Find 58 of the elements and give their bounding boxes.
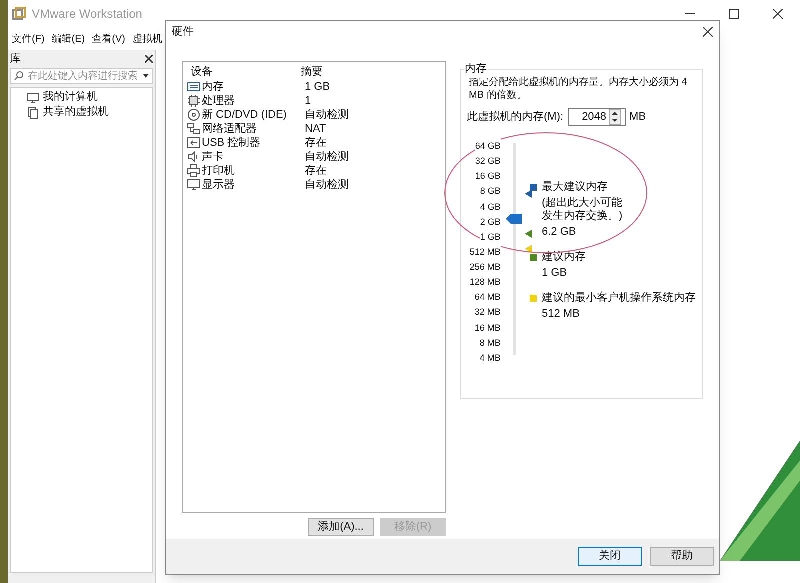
menu-item[interactable]: 编辑(E) [52,32,86,46]
slider-thumb[interactable] [506,214,522,224]
memory-field-label: 此虚拟机的内存(M): [467,110,564,125]
memory-icon [187,80,201,94]
table-cell[interactable]: 新 CD/DVD (IDE) [202,106,287,124]
table-cell[interactable]: 显示器 [202,176,235,194]
tree-item[interactable]: 共享的虚拟机 [43,104,109,121]
dialog-title: 硬件 [172,24,194,40]
usb-icon [187,136,201,150]
cdrom-icon [187,108,201,122]
legend-value: 6.2 GB [542,226,578,239]
legend-value: 512 MB [542,308,581,321]
monitor-icon [27,92,39,104]
dropdown-caret-icon[interactable] [143,74,149,78]
table-cell-text: NAT [305,122,326,137]
close-icon[interactable] [145,55,153,63]
window-title: VMware Workstation [32,6,142,23]
memory-spinner[interactable]: 2048 [568,108,626,126]
app-logo-icon [12,7,26,21]
menu-item[interactable]: 文件(F) [12,32,45,46]
memory-unit: MB [630,110,646,125]
close-button[interactable]: 关闭 [578,547,642,566]
shared-vm-icon [27,106,39,118]
table-cell[interactable]: 网络适配器 [202,120,257,138]
table-cell-text: 自动检测 [305,178,349,193]
cpu-icon [187,94,201,108]
search-icon [14,71,24,81]
legend-title: 最大建议内存 [542,181,609,194]
table-cell[interactable]: 声卡 [202,148,224,166]
menu-item[interactable]: 查看(V) [92,32,126,46]
table-cell[interactable]: 打印机 [202,162,235,180]
column-header: 设备 [190,65,214,80]
legend-note: (超出此大小可能发生内存交换。) [542,196,624,224]
legend-value: 1 GB [542,266,568,280]
table-cell-text: 1 GB [305,80,330,95]
library-title: 库 [10,52,21,67]
table-cell-text: 存在 [305,164,327,179]
table-cell[interactable]: 处理器 [202,92,235,110]
groupbox-title: 内存 [464,61,488,78]
add-button[interactable]: 添加(A)... [308,518,374,536]
help-button[interactable]: 帮助 [650,547,714,566]
legend-title: 建议的最小客户机操作系统内存 [542,292,696,306]
search-field[interactable]: 在此处键入内容进行搜索 [10,68,153,84]
table-cell-text: 存在 [305,136,327,151]
column-header: 摘要 [301,64,323,80]
spinner-arrows-icon[interactable] [608,109,621,125]
table-cell-text: 1 [305,94,312,109]
display-icon [187,178,201,192]
table-cell-text: 自动检测 [305,108,349,123]
table-cell-text: 自动检测 [305,150,349,165]
table-cell[interactable]: USB 控制器 [202,134,261,152]
table-cell[interactable]: 内存 [202,78,224,96]
tree-item[interactable]: 我的计算机 [43,89,98,106]
network-icon [187,122,201,136]
printer-icon [187,164,201,178]
memory-value-field[interactable]: 2048 [568,108,609,126]
menu-item[interactable]: 虚拟机 [132,32,162,46]
close-icon[interactable] [703,27,713,37]
